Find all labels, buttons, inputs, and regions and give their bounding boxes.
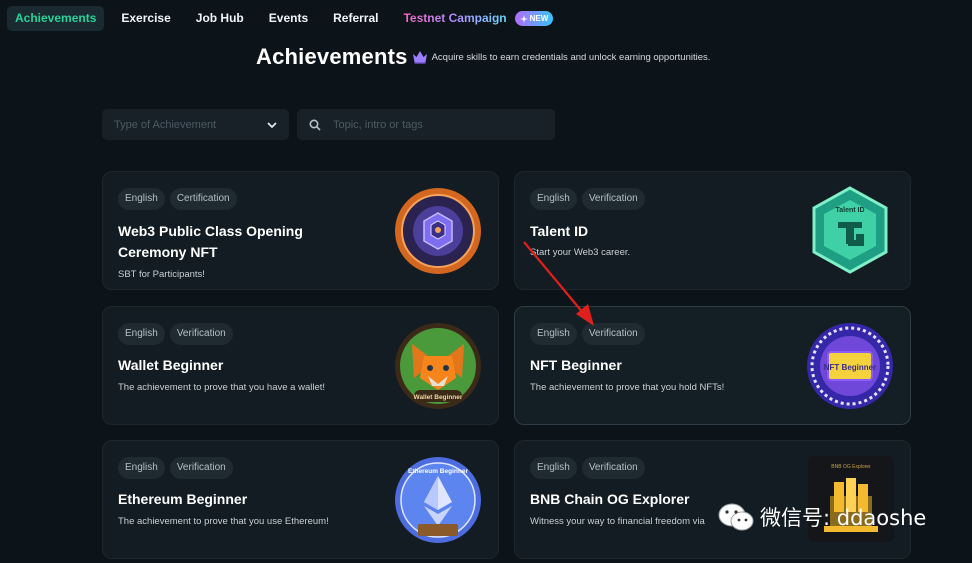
crown-icon: [412, 51, 427, 64]
chevron-down-icon: [267, 121, 277, 128]
wallet-badge-label: Wallet Beginner: [414, 394, 463, 401]
achievement-type-placeholder: Type of Achievement: [114, 118, 217, 131]
annotation-arrow-icon: [523, 241, 594, 326]
tag-language: English: [118, 323, 165, 345]
watermark-text: 微信号: ddaoshe: [760, 506, 927, 530]
page-subtitle: Acquire skills to earn credentials and u…: [431, 51, 711, 63]
card-description: The achievement to prove that you hold N…: [530, 382, 725, 393]
nav-achievements[interactable]: Achievements: [7, 6, 105, 31]
achievement-type-select[interactable]: Type of Achievement: [102, 109, 289, 140]
tag-type: Certification: [169, 188, 237, 210]
search-box[interactable]: [297, 109, 555, 140]
tag-language: English: [118, 188, 165, 210]
achievement-card-ethereum-beginner[interactable]: English Verification Ethereum Beginner T…: [102, 440, 499, 559]
new-badge: NEW: [514, 11, 554, 26]
nav-events[interactable]: Events: [261, 6, 316, 31]
card-title: Ethereum Beginner: [118, 491, 248, 507]
wechat-watermark: 微信号: ddaoshe: [718, 502, 926, 532]
wechat-icon: [718, 503, 754, 531]
tag-language: English: [118, 457, 165, 479]
nft-badge-label: NFT Beginner: [824, 363, 876, 372]
nav-exercise[interactable]: Exercise: [113, 6, 178, 31]
card-description: Witness your way to financial freedom vi…: [530, 516, 705, 527]
card-description: SBT for Participants!: [118, 269, 205, 280]
card-description: The achievement to prove that you have a…: [118, 382, 326, 393]
sparkle-icon: [519, 14, 528, 23]
card-title: Web3 Public Class Opening Ceremony NFT: [118, 223, 303, 260]
tag-language: English: [530, 188, 577, 210]
ethereum-badge-label: Ethereum Beginner: [408, 468, 468, 475]
nav-job-hub[interactable]: Job Hub: [188, 6, 252, 31]
opening-ceremony-badge-icon: [395, 188, 481, 274]
card-description: The achievement to prove that you use Et…: [118, 516, 329, 527]
search-icon: [309, 118, 321, 131]
page-header: Achievements Acquire skills to earn cred…: [256, 44, 710, 70]
tag-language: English: [530, 457, 577, 479]
achievement-card-bnb-og-explorer[interactable]: English Verification BNB Chain OG Explor…: [514, 440, 911, 559]
search-input[interactable]: [333, 118, 533, 131]
talent-id-badge-icon: Talent ID: [812, 186, 888, 274]
top-nav: Achievements Exercise Job Hub Events Ref…: [7, 6, 554, 31]
nft-beginner-badge-icon: NFT Beginner: [807, 323, 893, 409]
talent-id-badge-label: Talent ID: [835, 207, 864, 214]
tag-type: Verification: [169, 457, 233, 479]
tag-type: Verification: [169, 323, 233, 345]
ethereum-badge-icon: Ethereum Beginner: [395, 457, 481, 543]
tag-type: Verification: [581, 457, 645, 479]
page-title: Achievements: [256, 44, 408, 69]
achievement-card-web3-opening[interactable]: English Certification Web3 Public Class …: [102, 171, 499, 290]
tag-type: Verification: [581, 188, 645, 210]
card-title: NFT Beginner: [530, 357, 622, 373]
achievement-card-wallet-beginner[interactable]: English Verification Wallet Beginner The…: [102, 306, 499, 425]
card-title: Wallet Beginner: [118, 357, 224, 373]
nav-testnet-campaign[interactable]: Testnet Campaign: [395, 6, 510, 31]
nav-referral[interactable]: Referral: [325, 6, 386, 31]
bnb-badge-label: BNB OG Explorer: [831, 464, 871, 470]
new-badge-label: NEW: [529, 14, 549, 23]
metamask-fox-badge-icon: Wallet Beginner: [395, 323, 481, 409]
